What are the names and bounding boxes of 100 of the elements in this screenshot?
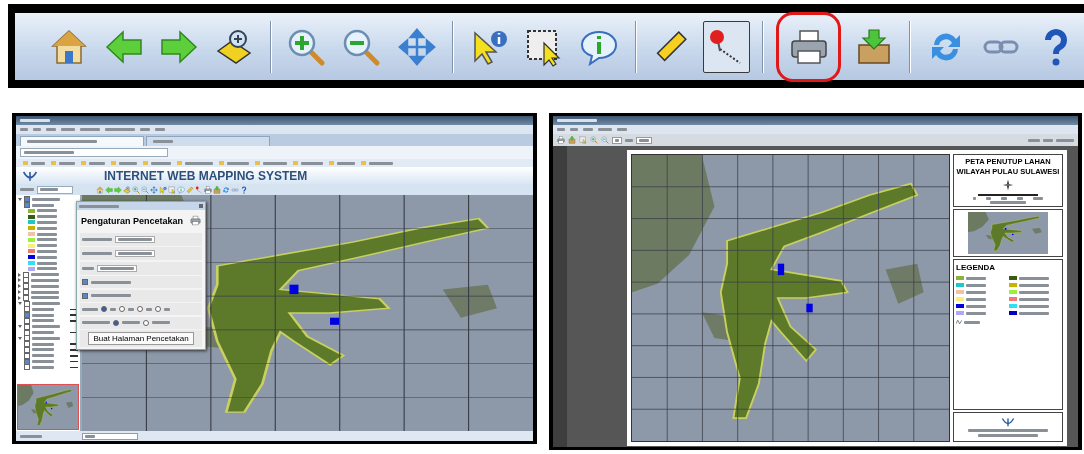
- help-icon: [240, 185, 248, 194]
- layer-checkbox[interactable]: [24, 341, 30, 348]
- illegible-text: [61, 128, 75, 131]
- illegible-text: [20, 188, 34, 191]
- illegible-text: [119, 161, 137, 165]
- illegible-text: [105, 128, 135, 131]
- layer-checkbox[interactable]: [23, 277, 29, 284]
- dialog-heading: Pengaturan Pencetakan: [81, 215, 184, 226]
- illegible-text: [32, 325, 60, 329]
- radio-button[interactable]: [155, 306, 161, 312]
- illegible-text: [1043, 138, 1053, 142]
- illegible-text: [20, 119, 50, 122]
- layer-checkbox[interactable]: [24, 312, 30, 319]
- logo-icon: [22, 169, 38, 182]
- layer-checkbox[interactable]: [24, 346, 30, 353]
- illegible-text: [337, 161, 355, 165]
- grid-line-icon: [956, 320, 962, 324]
- illegible-text: [615, 138, 619, 142]
- illegible-text: [151, 161, 171, 165]
- illegible-text: [82, 307, 98, 311]
- layer-checkbox[interactable]: [23, 294, 29, 301]
- browser-tab[interactable]: [146, 136, 270, 146]
- layer-checkbox[interactable]: [24, 364, 30, 371]
- layer-checkbox[interactable]: [24, 196, 30, 203]
- illegible-text: [110, 307, 116, 311]
- illegible-text: [118, 252, 152, 255]
- ruler-icon: [186, 185, 194, 194]
- north-arrow-icon: [1002, 179, 1014, 191]
- checkbox[interactable]: [82, 279, 88, 285]
- illegible-text: [37, 267, 57, 271]
- radio-button[interactable]: [137, 306, 143, 312]
- illegible-text: [978, 434, 1038, 437]
- radio-button[interactable]: [113, 319, 119, 326]
- illegible-text: [128, 307, 134, 311]
- address-field[interactable]: [20, 148, 168, 157]
- illegible-text: [152, 321, 170, 324]
- layer-checkbox[interactable]: [23, 289, 29, 295]
- pin-icon: [195, 185, 203, 194]
- illegible-text: [31, 290, 59, 294]
- illegible-text: [37, 226, 57, 230]
- page-number-field[interactable]: [612, 136, 622, 144]
- input-field[interactable]: [97, 264, 137, 272]
- layer-checkbox[interactable]: [24, 306, 30, 313]
- create-print-page-button[interactable]: Buat Halaman Pencetakan: [88, 332, 194, 345]
- illegible-text: [31, 296, 59, 300]
- illegible-text: [32, 354, 54, 358]
- illegible-text: [32, 197, 60, 201]
- layer-checkbox[interactable]: [24, 352, 30, 359]
- illegible-text: [122, 321, 140, 324]
- illegible-text: [32, 313, 54, 317]
- print-icon: [204, 185, 212, 194]
- illegible-text: [32, 348, 54, 352]
- radio-button[interactable]: [143, 319, 149, 326]
- illegible-text: [82, 321, 110, 324]
- layer-checkbox[interactable]: [24, 318, 30, 324]
- zoom-in-icon: [590, 136, 598, 144]
- input-field[interactable]: [115, 250, 155, 257]
- illegible-text: [185, 161, 213, 165]
- pan-icon: [150, 185, 158, 194]
- layer-checkbox[interactable]: [24, 335, 30, 342]
- home-icon: [96, 185, 104, 194]
- illegible-text: [966, 297, 986, 301]
- box-select-icon: [579, 136, 587, 144]
- illegible-text: [263, 161, 287, 165]
- radio-button[interactable]: [119, 306, 125, 312]
- illegible-text: [1019, 304, 1049, 308]
- input-field[interactable]: [115, 235, 155, 243]
- illegible-text: [32, 342, 54, 346]
- scale-field[interactable]: [37, 185, 73, 194]
- legend-title: LEGENDA: [956, 263, 997, 272]
- pointer-info-icon: [159, 185, 167, 194]
- print-icon: [557, 136, 565, 144]
- illegible-text: [91, 280, 131, 284]
- map-drawing[interactable]: [632, 155, 949, 441]
- checkbox[interactable]: [82, 292, 88, 299]
- illegible-text: [1019, 276, 1049, 280]
- illegible-text: [27, 140, 97, 143]
- zoom-out-icon: [601, 136, 609, 144]
- expand-toggle-icon[interactable]: [18, 295, 21, 300]
- layer-checkbox[interactable]: [24, 323, 30, 330]
- illegible-text: [966, 276, 986, 280]
- radio-button[interactable]: [101, 306, 107, 312]
- illegible-text: [100, 266, 134, 270]
- illegible-text: [80, 128, 100, 131]
- illegible-text: [32, 203, 54, 207]
- zoom-in-icon: [132, 185, 140, 194]
- download-icon: [213, 185, 221, 194]
- illegible-text: [964, 320, 980, 324]
- illegible-text: [369, 161, 393, 165]
- illegible-text: [31, 284, 59, 288]
- browser-tab[interactable]: [20, 136, 144, 146]
- dropdown[interactable]: [82, 432, 138, 440]
- pin-button[interactable]: [702, 20, 751, 73]
- zoom-field[interactable]: [636, 136, 652, 144]
- pan-icon: [396, 26, 437, 67]
- illegible-text: [37, 232, 57, 236]
- illegible-text: [557, 119, 597, 122]
- emblem-icon: [1001, 417, 1015, 427]
- layer-checkbox[interactable]: [24, 202, 30, 209]
- layer-checkbox[interactable]: [23, 283, 29, 290]
